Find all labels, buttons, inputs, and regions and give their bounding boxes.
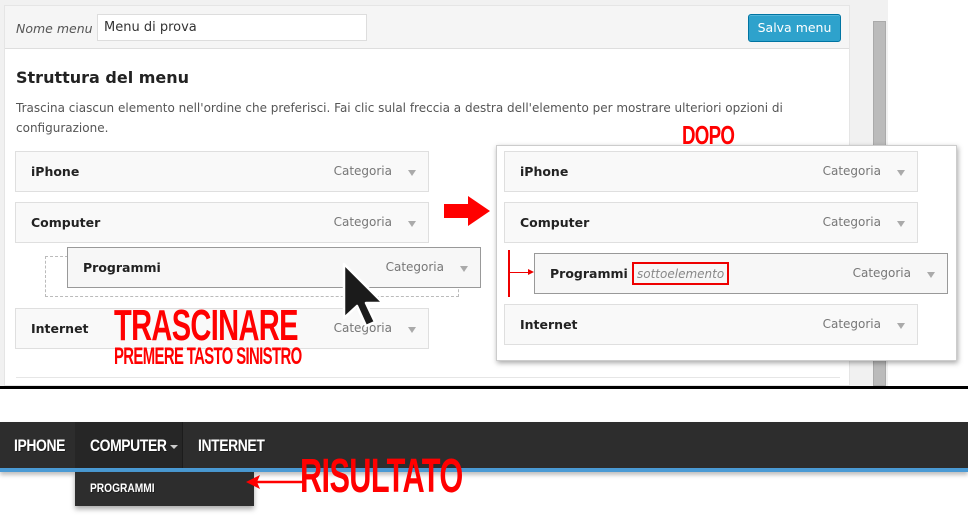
menu-editor-screenshot: Nome menu Menu di prova Salva menu Strut… [0,0,968,386]
nav-item-internet[interactable]: INTERNET [198,422,279,468]
site-navbar: IPHONE COMPUTER INTERNET [0,422,968,472]
indent-marker [508,250,510,297]
item-title: Computer [520,215,590,230]
nav-item-computer[interactable]: COMPUTER [75,422,183,468]
annotation-result: RISULTATO [300,450,463,503]
expand-arrow-icon[interactable] [927,272,935,278]
right-arrow-icon [444,196,490,226]
expand-arrow-icon[interactable] [460,266,468,272]
item-type: Categoria [333,164,392,178]
after-item-iphone[interactable]: iPhone Categoria [504,151,918,192]
expand-arrow-icon[interactable] [897,221,905,227]
item-title: Internet [31,321,89,336]
annotation-drag-hint: PREMERE TASTO SINISTRO [114,343,302,370]
expand-arrow-icon[interactable] [408,221,416,227]
caret-down-icon [170,445,178,449]
section-separator [0,386,968,389]
nav-label: COMPUTER [90,436,167,455]
nav-dropdown: PROGRAMMI [75,472,254,506]
nav-label: INTERNET [198,436,265,455]
structure-title: Struttura del menu [16,68,190,87]
item-title: Internet [520,317,578,332]
sub-item-badge: sottoelemento [632,262,730,285]
annotation-drag: TRASCINARE [114,301,298,350]
item-type: Categoria [385,260,444,274]
after-item-internet[interactable]: Internet Categoria [504,304,918,345]
menu-name-input[interactable]: Menu di prova [97,14,367,41]
mouse-pointer-icon [342,262,385,328]
indent-arrow-icon [510,269,534,275]
after-item-computer[interactable]: Computer Categoria [504,202,918,243]
expand-arrow-icon[interactable] [897,323,905,329]
item-type: Categoria [852,266,911,280]
menu-item-computer[interactable]: Computer Categoria [15,202,429,243]
item-title: iPhone [31,164,80,179]
panel-header: Nome menu Menu di prova Salva menu [5,6,849,49]
left-arrow-icon [246,475,304,489]
expand-arrow-icon[interactable] [897,170,905,176]
nav-item-iphone[interactable]: IPHONE [14,422,76,468]
expand-arrow-icon[interactable] [408,170,416,176]
item-type: Categoria [822,215,881,229]
menu-name-label: Nome menu [16,21,93,36]
dropdown-item-programmi[interactable]: PROGRAMMI [90,481,166,495]
item-title: iPhone [520,164,569,179]
item-type: Categoria [822,164,881,178]
divider [16,377,840,378]
dropdown-label: PROGRAMMI [90,481,155,495]
item-title: Computer [31,215,101,230]
item-type: Categoria [822,317,881,331]
expand-arrow-icon[interactable] [408,327,416,333]
save-menu-button[interactable]: Salva menu [748,14,841,42]
item-type: Categoria [333,215,392,229]
menu-item-programmi-dragging[interactable]: Programmi Categoria [67,247,481,288]
menu-item-iphone[interactable]: iPhone Categoria [15,151,429,192]
nav-label: IPHONE [14,436,65,455]
item-title: Programmi [83,260,161,275]
after-item-programmi[interactable]: Programmi sottoelemento Categoria [534,253,948,294]
annotation-after: DOPO [682,120,735,150]
item-title: Programmi [550,266,628,281]
